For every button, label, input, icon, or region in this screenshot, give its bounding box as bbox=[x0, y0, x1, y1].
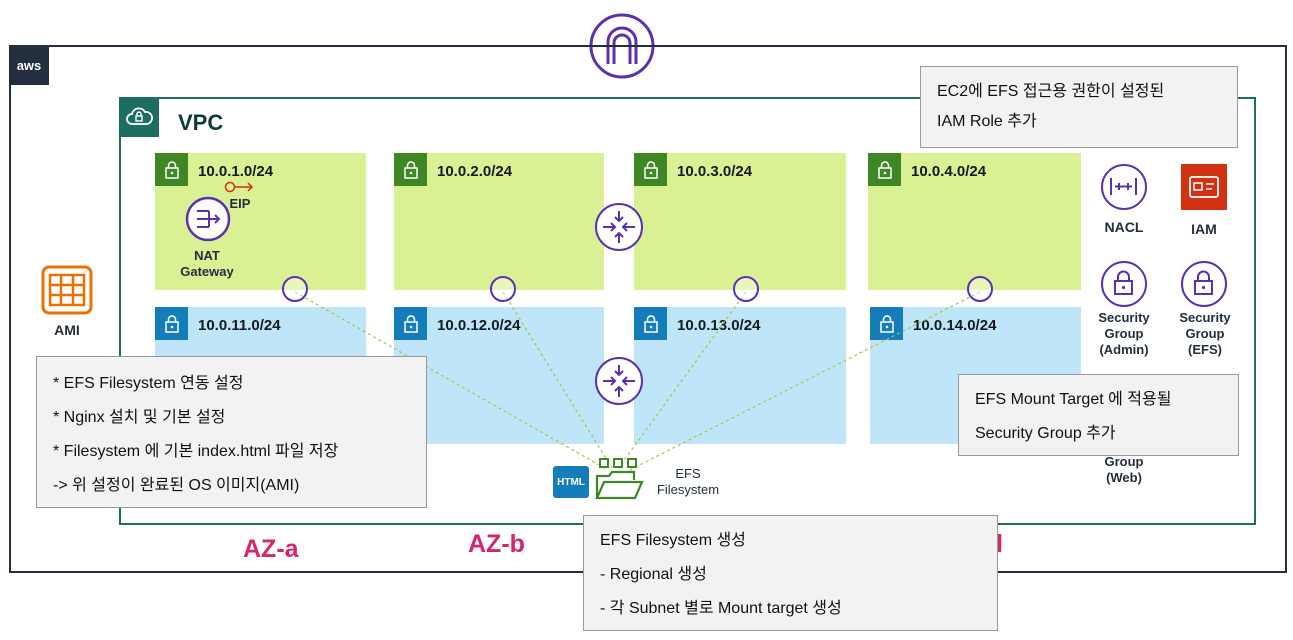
efs-filesystem-label: EFS Filesystem bbox=[656, 466, 720, 497]
mount-target-eni-icon bbox=[733, 276, 759, 302]
security-group-callout: EFS Mount Target 에 적용될 Security Group 추가 bbox=[958, 374, 1239, 456]
nacl-icon bbox=[1101, 164, 1147, 210]
ami-icon bbox=[41, 265, 93, 315]
mount-target-eni-icon bbox=[967, 276, 993, 302]
efs-filesystem-callout: EFS Filesystem 생성 - Regional 생성 - 각 Subn… bbox=[583, 515, 998, 631]
az-a-label: AZ-a bbox=[243, 535, 299, 563]
router-icon bbox=[595, 357, 643, 405]
security-group-admin-label: Security Group (Admin) bbox=[1098, 310, 1150, 357]
efs-filesystem-icon bbox=[595, 458, 644, 500]
ami-callout: * EFS Filesystem 연동 설정 * Nginx 설치 및 기본 설… bbox=[36, 356, 427, 508]
router-icon bbox=[595, 203, 643, 251]
az-b-label: AZ-b bbox=[468, 530, 525, 558]
iam-role-callout: EC2에 EFS 접근용 권한이 설정된 IAM Role 추가 bbox=[920, 66, 1238, 148]
security-group-efs-icon bbox=[1181, 261, 1227, 307]
security-group-web-label: Group (Web) bbox=[1104, 454, 1144, 485]
security-group-efs-label: Security Group (EFS) bbox=[1179, 310, 1231, 357]
mount-target-eni-icon bbox=[490, 276, 516, 302]
nat-gateway-label: NAT Gateway bbox=[180, 248, 234, 279]
eip-label: EIP bbox=[229, 196, 251, 211]
iam-label: IAM bbox=[1191, 221, 1217, 237]
ami-label: AMI bbox=[54, 322, 80, 338]
mount-target-eni-icon bbox=[282, 276, 308, 302]
iam-icon bbox=[1181, 164, 1227, 210]
nacl-label: NACL bbox=[1104, 219, 1144, 235]
eip-icon bbox=[224, 181, 254, 193]
html-file-icon: HTML bbox=[553, 466, 589, 498]
security-group-admin-icon bbox=[1101, 261, 1147, 307]
